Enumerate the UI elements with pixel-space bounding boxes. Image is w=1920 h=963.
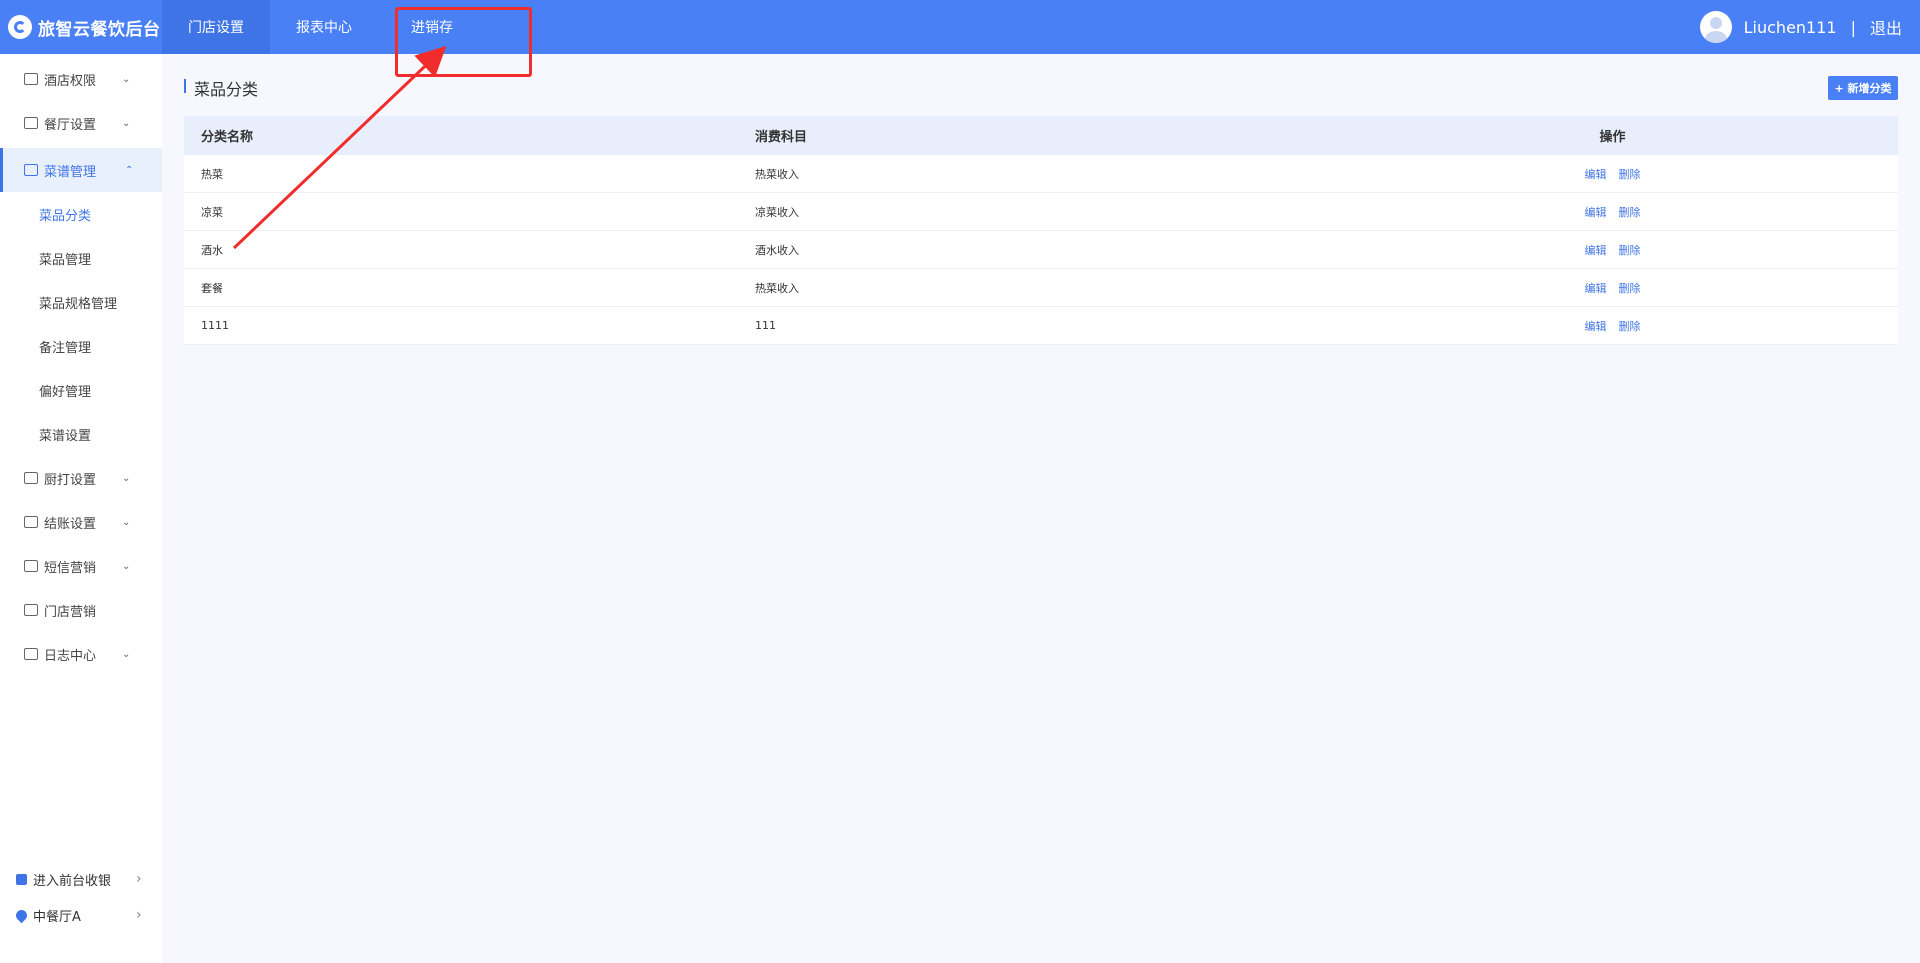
sidebar: 酒店权限 ⌄ 餐厅设置 ⌄ 菜谱管理 ⌃ 菜品分类 菜品管理 菜品规格管理 备注… [0,54,162,963]
location-pin-icon [13,907,30,923]
cell-category-name: 热菜 [201,167,223,181]
building-icon [24,73,38,85]
sidebar-subitem-preferences[interactable]: 偏好管理 [0,368,162,412]
restaurant-switcher[interactable]: 中餐厅A › [0,900,162,930]
sidebar-item-restaurant-settings[interactable]: 餐厅设置 ⌄ [0,101,162,145]
enter-cashier-label: 进入前台收银 [33,873,112,889]
tab-report-center[interactable]: 报表中心 [270,0,378,54]
sidebar-item-label: 短信营销 [44,560,97,576]
grid-icon [24,164,38,176]
top-bar: 旅智云餐饮后台 门店设置 报表中心 进销存 Liuchen111 | 退出 [0,0,1920,54]
column-header-name: 分类名称 [201,130,254,145]
cell-subject: 凉菜收入 [755,205,799,219]
cell-actions: 编辑 删除 [1327,166,1898,182]
table-row: 酒水 酒水收入 编辑 删除 [184,231,1898,269]
tab-store-settings[interactable]: 门店设置 [162,0,270,54]
delete-link[interactable]: 删除 [1619,168,1641,181]
sidebar-item-label: 门店营销 [44,604,97,620]
avatar[interactable] [1699,11,1732,43]
cell-subject: 酒水收入 [755,243,799,257]
cell-category-name: 1111 [201,319,229,332]
edit-link[interactable]: 编辑 [1585,320,1607,333]
cell-subject: 热菜收入 [755,281,799,295]
sidebar-item-sms-marketing[interactable]: 短信营销 ⌄ [0,544,162,588]
restaurant-name: 中餐厅A [33,909,81,925]
column-header-subject: 消费科目 [755,130,808,145]
delete-link[interactable]: 删除 [1619,206,1641,219]
table-row: 热菜 热菜收入 编辑 删除 [184,155,1898,193]
sidebar-item-hotel-permissions[interactable]: 酒店权限 ⌄ [0,57,162,101]
edit-link[interactable]: 编辑 [1585,168,1607,181]
username[interactable]: Liuchen111 [1744,18,1837,37]
chevron-down-icon: ⌄ [122,472,131,484]
chevron-down-icon: ⌄ [122,648,131,660]
log-icon [24,648,38,660]
home-icon [24,117,38,129]
chevron-down-icon: ⌄ [122,73,131,85]
sidebar-item-kitchen-print[interactable]: 厨打设置 ⌄ [0,456,162,500]
cell-subject: 热菜收入 [755,167,799,181]
chevron-up-icon: ⌃ [125,164,134,176]
cell-actions: 编辑 删除 [1327,204,1898,220]
edit-link[interactable]: 编辑 [1585,244,1607,257]
sidebar-subitem-dish-management[interactable]: 菜品管理 [0,236,162,280]
sidebar-subitem-dish-category[interactable]: 菜品分类 [0,192,162,236]
enter-cashier-link[interactable]: 进入前台收银 › [0,864,162,894]
add-category-button[interactable]: + 新增分类 [1828,76,1898,100]
tab-inventory[interactable]: 进销存 [378,0,486,54]
chevron-right-icon: › [136,907,142,923]
brand-logo-icon [8,15,32,39]
category-table: 分类名称 消费科目 操作 热菜 热菜收入 编辑 删除 凉菜 凉菜收入 编辑 删除 酒… [184,116,1898,345]
cell-actions: 编辑 删除 [1327,280,1898,296]
cell-subject: 111 [755,319,776,332]
brand[interactable]: 旅智云餐饮后台 [0,0,162,54]
sidebar-subitem-notes[interactable]: 备注管理 [0,324,162,368]
chevron-down-icon: ⌄ [122,560,131,572]
sidebar-item-label: 结账设置 [44,516,97,532]
top-nav: 门店设置 报表中心 进销存 [162,0,486,54]
sidebar-item-label: 菜谱管理 [44,164,97,180]
cell-category-name: 凉菜 [201,205,223,219]
checkout-icon [24,516,38,528]
chevron-down-icon: ⌄ [122,516,131,528]
sidebar-item-checkout-settings[interactable]: 结账设置 ⌄ [0,500,162,544]
user-area: Liuchen111 | 退出 [1699,0,1902,54]
sidebar-item-label: 厨打设置 [44,472,97,488]
sidebar-item-label: 餐厅设置 [44,117,97,133]
page-title: 菜品分类 [184,76,258,100]
sidebar-subitem-dish-spec[interactable]: 菜品规格管理 [0,280,162,324]
edit-link[interactable]: 编辑 [1585,206,1607,219]
user-separator: | [1850,17,1856,37]
logout-link[interactable]: 退出 [1870,15,1902,39]
sidebar-item-label: 酒店权限 [44,73,97,89]
chevron-right-icon: › [136,871,142,887]
sidebar-item-store-marketing[interactable]: 门店营销 [0,588,162,632]
sidebar-item-log-center[interactable]: 日志中心 ⌄ [0,632,162,676]
sidebar-subitem-menu-settings[interactable]: 菜谱设置 [0,412,162,456]
mail-icon [24,560,38,572]
table-header: 分类名称 消费科目 操作 [184,116,1898,155]
printer-icon [24,472,38,484]
cashier-icon [16,873,27,885]
table-row: 凉菜 凉菜收入 编辑 删除 [184,193,1898,231]
chevron-down-icon: ⌄ [122,117,131,129]
delete-link[interactable]: 删除 [1619,320,1641,333]
table-row: 套餐 热菜收入 编辑 删除 [184,269,1898,307]
brand-name: 旅智云餐饮后台 [38,19,161,40]
cell-category-name: 套餐 [201,281,223,295]
table-row: 1111 111 编辑 删除 [184,307,1898,345]
column-header-actions: 操作 [1599,130,1626,145]
cell-category-name: 酒水 [201,243,223,257]
cell-actions: 编辑 删除 [1327,318,1898,334]
sidebar-item-label: 日志中心 [44,648,97,664]
delete-link[interactable]: 删除 [1619,282,1641,295]
delete-link[interactable]: 删除 [1619,244,1641,257]
store-icon [24,604,38,616]
edit-link[interactable]: 编辑 [1585,282,1607,295]
sidebar-item-menu-management[interactable]: 菜谱管理 ⌃ [0,148,162,192]
cell-actions: 编辑 删除 [1327,242,1898,258]
